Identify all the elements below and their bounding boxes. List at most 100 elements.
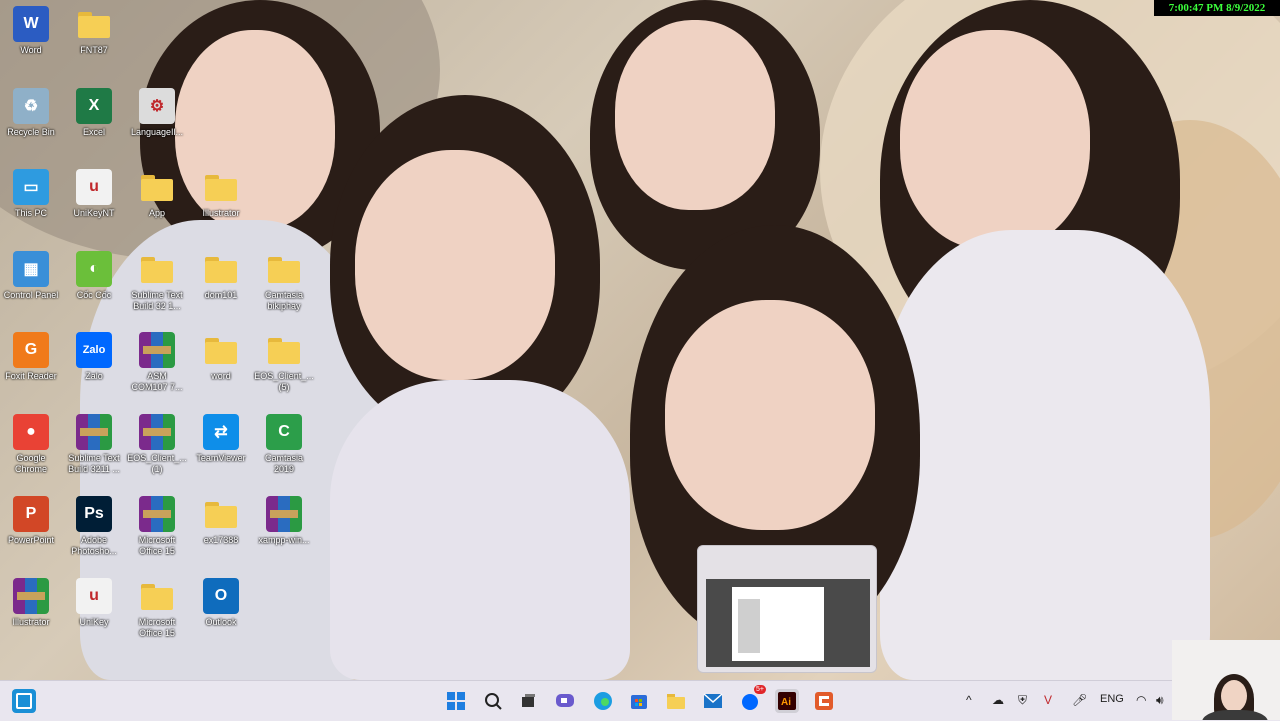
desktop-icon[interactable]: C Camtasia 2019 [253,414,315,475]
desktop-icon-label: Cốc Cốc [76,290,112,300]
desktop-icon[interactable]: EOS_Client_... (5) [253,332,315,393]
desktop-icon-label: Word [20,45,42,55]
desktop-icon-label: App [148,208,165,218]
vietkey-icon[interactable]: V [1044,693,1052,707]
volume-icon[interactable]: 🔊︎ [1156,693,1164,708]
desktop-icon-image [266,496,302,532]
wifi-icon[interactable]: ◠ [1136,693,1146,707]
desktop-icon[interactable]: ▭ This PC [0,169,62,219]
desktop-icon[interactable]: Zalo Zalo [63,332,125,382]
desktop-icon[interactable]: ⚙ LanguageIl... [126,88,188,138]
mail-icon[interactable] [701,689,725,713]
desktop-icon[interactable]: App [126,169,188,219]
desktop-icon-image: ◐ [76,251,112,287]
desktop-icon[interactable]: Microsoft Office 15 [126,578,188,639]
desktop-icon-image: ● [13,414,49,450]
desktop-icon[interactable]: O Outlook [190,578,252,628]
desktop-icon[interactable]: ex17388 [190,496,252,546]
desktop-icon-label: Microsoft Office 15 [138,535,176,556]
desktop-icon-image [203,169,239,205]
chevron-up-icon[interactable]: ^ [966,693,972,707]
widgets-icon[interactable] [12,689,36,713]
desktop-icon-image: O [203,578,239,614]
camtasia-taskbar-icon[interactable] [812,689,836,713]
edge-icon[interactable] [591,689,615,713]
taskbar-thumbnail-preview[interactable] [697,545,877,673]
start-icon[interactable] [444,689,468,713]
desktop-icon[interactable]: ● Google Chrome [0,414,62,475]
desktop-icon[interactable]: Sublime Text Build 32 1... [126,251,188,312]
desktop-icon-image [203,251,239,287]
desktop-icon-image [13,578,49,614]
desktop-icon[interactable]: u UniKey [63,578,125,628]
desktop-icon[interactable]: ♻ Recycle Bin [0,88,62,138]
desktop-icon-label: word [211,371,231,381]
desktop-icon-label: EOS_Client_... (1) [127,453,187,474]
desktop-icon-image: ⚙ [139,88,175,124]
desktop-icon-image [266,332,302,368]
desktop-icon-image [76,414,112,450]
clock-overlay: 7:00:47 PM 8/9/2022 [1154,0,1280,16]
desktop-icon[interactable]: Camtasia bikiphay [253,251,315,312]
desktop-icon[interactable]: ▦ Control Panel [0,251,62,301]
microphone-icon[interactable]: 🎤︎ [1072,693,1087,707]
desktop-icon-label: dom101 [204,290,238,300]
language-indicator[interactable]: ENG [1100,693,1124,705]
desktop-icon-image [203,496,239,532]
desktop-icon-label: PowerPoint [7,535,55,545]
store-icon[interactable] [627,689,651,713]
illustrator-taskbar-icon[interactable]: Ai [775,689,799,713]
desktop-icon[interactable]: P PowerPoint [0,496,62,546]
desktop-icon[interactable]: dom101 [190,251,252,301]
desktop-icon[interactable]: G Foxit Reader [0,332,62,382]
desktop-icon-label: Illustrator [12,617,50,627]
desktop-icon[interactable]: FNT87 [63,6,125,56]
desktop-icon[interactable]: xampp-win... [253,496,315,546]
desktop-icon-label: ASM COM107 7... [131,371,183,392]
desktop-icon-image [139,169,175,205]
security-icon[interactable]: ⛨ [1018,693,1027,708]
desktop-icon-image: X [76,88,112,124]
desktop-icon-label: TeamViewer [196,453,246,463]
desktop-icon-image: W [13,6,49,42]
file-explorer-icon[interactable] [664,689,688,713]
desktop-icon[interactable]: Microsoft Office 15 [126,496,188,557]
desktop-icon-label: UniKey [79,617,109,627]
desktop-icon-image: G [13,332,49,368]
desktop-icon[interactable]: u UniKeyNT [63,169,125,219]
search-icon[interactable] [481,689,505,713]
desktop-icon-image: Ps [76,496,112,532]
svg-text:Ai: Ai [781,697,791,708]
desktop-icon-label: Google Chrome [14,453,47,474]
desktop-icon-label: Excel [82,127,105,137]
desktop-icon[interactable]: Illustrator [0,578,62,628]
desktop-icon-image [203,332,239,368]
cloud-icon[interactable]: ☁ [992,693,1004,707]
desktop-icon[interactable]: ⇄ TeamViewer [190,414,252,464]
desktop-icon-image: ▭ [13,169,49,205]
desktop-icon-image: u [76,578,112,614]
desktop-icon-label: Microsoft Office 15 [138,617,176,638]
desktop-icon[interactable]: Illustrator [190,169,252,219]
chat-icon[interactable] [553,689,577,713]
desktop-icon-label: Outlook [205,617,237,627]
desktop-icon[interactable]: word [190,332,252,382]
task-view-icon[interactable] [516,689,540,713]
desktop-icon[interactable]: EOS_Client_... (1) [126,414,188,475]
desktop-icon-image: ♻ [13,88,49,124]
desktop-icon-image: C [266,414,302,450]
webcam-overlay [1172,640,1280,720]
desktop-icon[interactable]: Sublime Text Build 3211 ... [63,414,125,475]
desktop-icon-label: Adobe Photosho... [71,535,117,556]
desktop-icon[interactable]: X Excel [63,88,125,138]
desktop-icon-image: ▦ [13,251,49,287]
desktop-icon-label: LanguageIl... [130,127,184,137]
desktop-icon[interactable]: ASM COM107 7... [126,332,188,393]
desktop-icon-image: P [13,496,49,532]
desktop-icon-image [76,6,112,42]
zalo-badge: 5+ [754,685,766,694]
zalo-taskbar-icon[interactable]: 5+ [738,685,766,713]
desktop-icon[interactable]: Ps Adobe Photosho... [63,496,125,557]
desktop-icon[interactable]: ◐ Cốc Cốc [63,251,125,301]
desktop-icon[interactable]: W Word [0,6,62,56]
